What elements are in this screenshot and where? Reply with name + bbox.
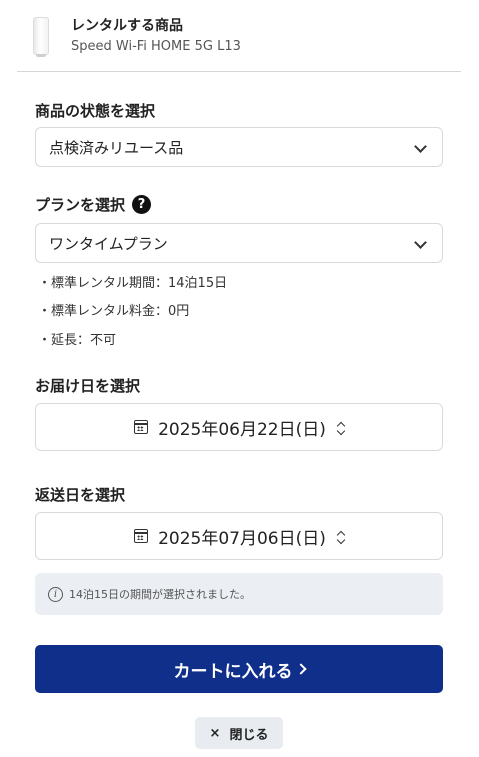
plan-label-row: プランを選択 ? — [35, 194, 152, 215]
close-icon: × — [209, 725, 221, 741]
condition-select[interactable]: 点検済みリユース品 — [35, 127, 443, 167]
product-heading: レンタルする商品 — [71, 18, 183, 34]
plan-detail-period: ・標準レンタル期間：14泊15日 — [38, 276, 228, 291]
product-name: Speed Wi-Fi HOME 5G L13 — [71, 39, 241, 54]
close-button[interactable]: × 閉じる — [195, 717, 283, 749]
info-icon: i — [48, 586, 63, 602]
calendar-icon — [134, 420, 149, 434]
condition-selected-value: 点検済みリユース品 — [49, 138, 184, 157]
help-icon[interactable]: ? — [132, 195, 152, 214]
plan-label: プランを選択 — [35, 196, 126, 214]
add-to-cart-button[interactable]: カートに入れる — [35, 645, 443, 693]
router-image — [33, 17, 49, 57]
product-summary: レンタルする商品 Speed Wi-Fi HOME 5G L13 — [0, 0, 479, 72]
delivery-label: お届け日を選択 — [35, 377, 141, 395]
return-date-picker[interactable]: 2025年07月06日(日) — [35, 512, 443, 560]
chevron-right-icon — [294, 663, 307, 675]
up-down-icon — [336, 420, 346, 436]
notice-text: 14泊15日の期間が選択されました。 — [69, 588, 251, 601]
plan-selected-value: ワンタイムプラン — [49, 234, 168, 253]
divider — [17, 71, 461, 72]
calendar-icon — [134, 529, 149, 543]
delivery-date-value: 2025年06月22日(日) — [158, 419, 326, 440]
close-label: 閉じる — [229, 727, 269, 743]
plan-detail-extension: ・延長：不可 — [38, 333, 117, 348]
plan-detail-fee: ・標準レンタル料金：0円 — [38, 304, 190, 319]
period-notice: i 14泊15日の期間が選択されました。 — [35, 573, 443, 615]
return-label: 返送日を選択 — [35, 486, 126, 504]
condition-label: 商品の状態を選択 — [35, 102, 156, 120]
add-to-cart-label: カートに入れる — [173, 661, 293, 682]
up-down-icon — [336, 529, 346, 545]
delivery-date-picker[interactable]: 2025年06月22日(日) — [35, 403, 443, 451]
return-date-value: 2025年07月06日(日) — [158, 528, 326, 549]
plan-select[interactable]: ワンタイムプラン — [35, 223, 443, 263]
chevron-down-icon — [414, 236, 427, 249]
chevron-down-icon — [414, 140, 427, 153]
